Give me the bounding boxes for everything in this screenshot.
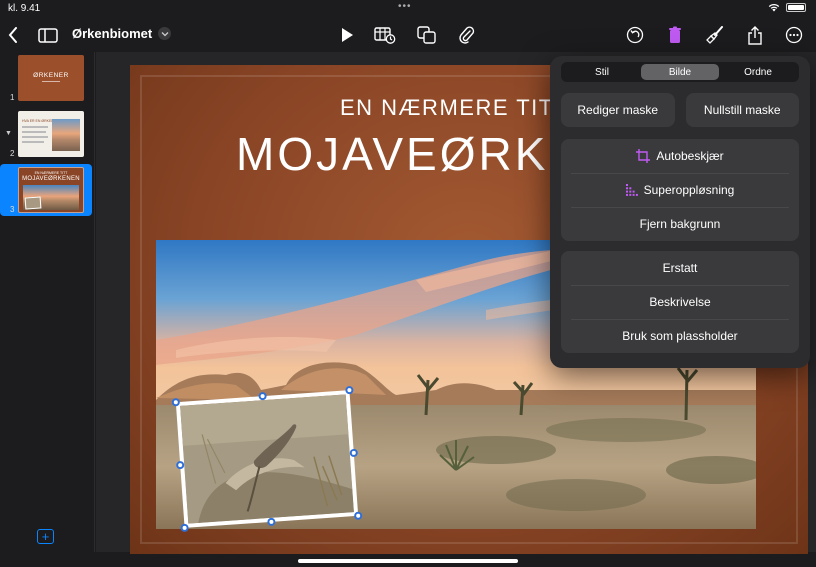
table-insert-icon[interactable] <box>374 24 396 46</box>
super-resolution-icon <box>625 184 638 196</box>
tab-image[interactable]: Bilde <box>641 64 719 80</box>
image-tools-group: Autobeskjær Superoppløsning Fjern bakgru… <box>561 139 799 241</box>
reset-mask-button[interactable]: Nullstill maske <box>685 93 799 127</box>
home-indicator[interactable] <box>298 559 518 563</box>
trash-icon[interactable] <box>664 24 686 46</box>
thumb-title: MOJAVEØRKENEN <box>22 176 80 182</box>
play-icon[interactable] <box>336 24 358 46</box>
chevron-down-icon <box>158 27 172 40</box>
thumb-subtitle: EN NÆRMERE TITT <box>34 171 68 175</box>
format-popover: Stil Bilde Ordne Rediger maske Nullstill… <box>550 56 810 368</box>
slide-navigator: ØRKENER 1 ▼ HVA ER EN ØRKEN? 2 EN NÆRMER… <box>0 52 95 552</box>
multitasking-dots-icon[interactable]: ••• <box>398 1 412 12</box>
description-label: Beskrivelse <box>649 295 711 309</box>
slide-thumbnail-3[interactable]: EN NÆRMERE TITT MOJAVEØRKENEN 3 <box>0 164 92 216</box>
use-as-placeholder-button[interactable]: Bruk som plassholder <box>561 319 799 353</box>
slide-subtitle[interactable]: EN NÆRMERE TITT <box>340 95 569 121</box>
wifi-icon <box>768 4 780 12</box>
document-title: Ørkenbiomet <box>72 26 153 41</box>
crop-icon <box>636 149 651 163</box>
sidebar-toggle-icon[interactable] <box>37 24 59 46</box>
slide-number: 2 <box>10 149 15 158</box>
toolbar: Ørkenbiomet <box>0 18 816 52</box>
share-icon[interactable] <box>744 24 766 46</box>
status-bar: kl. 9.41 ••• <box>0 0 816 18</box>
slide-number: 1 <box>10 93 15 102</box>
paperclip-icon[interactable] <box>456 24 478 46</box>
disclosure-triangle-icon[interactable]: ▼ <box>5 130 12 137</box>
tab-style[interactable]: Stil <box>563 64 641 80</box>
paintbrush-icon[interactable] <box>704 24 726 46</box>
description-button[interactable]: Beskrivelse <box>561 285 799 319</box>
battery-icon <box>786 3 806 12</box>
remove-background-button[interactable]: Fjern bakgrunn <box>561 207 799 241</box>
back-chevron-icon[interactable] <box>2 24 24 46</box>
slide-thumbnail-2[interactable]: ▼ HVA ER EN ØRKEN? 2 <box>0 108 92 160</box>
replace-button[interactable]: Erstatt <box>561 251 799 285</box>
shapes-icon[interactable] <box>416 24 438 46</box>
document-title-menu[interactable]: Ørkenbiomet <box>72 26 172 41</box>
use-as-placeholder-label: Bruk som plassholder <box>622 329 738 343</box>
image-actions-group: Erstatt Beskrivelse Bruk som plassholder <box>561 251 799 353</box>
replace-label: Erstatt <box>662 261 698 275</box>
add-slide-button[interactable]: + <box>37 529 54 544</box>
tab-arrange[interactable]: Ordne <box>719 64 797 80</box>
undo-icon[interactable] <box>624 24 646 46</box>
slide-thumbnail-1[interactable]: ØRKENER 1 <box>0 52 92 104</box>
super-resolution-button[interactable]: Superoppløsning <box>561 173 799 207</box>
super-resolution-label: Superoppløsning <box>643 183 735 197</box>
remove-background-label: Fjern bakgrunn <box>639 217 721 231</box>
status-time: kl. 9.41 <box>8 3 41 14</box>
thumb-title: HVA ER EN ØRKEN? <box>22 119 56 123</box>
auto-crop-label: Autobeskjær <box>656 149 724 163</box>
slide-number: 3 <box>10 205 15 214</box>
more-icon[interactable] <box>783 24 805 46</box>
thumb-title: ØRKENER <box>33 72 69 79</box>
plus-icon: + <box>41 529 50 544</box>
edit-mask-button[interactable]: Rediger maske <box>561 93 675 127</box>
auto-crop-button[interactable]: Autobeskjær <box>561 139 799 173</box>
lizard-image[interactable] <box>171 385 363 533</box>
format-tabs: Stil Bilde Ordne <box>561 62 799 82</box>
